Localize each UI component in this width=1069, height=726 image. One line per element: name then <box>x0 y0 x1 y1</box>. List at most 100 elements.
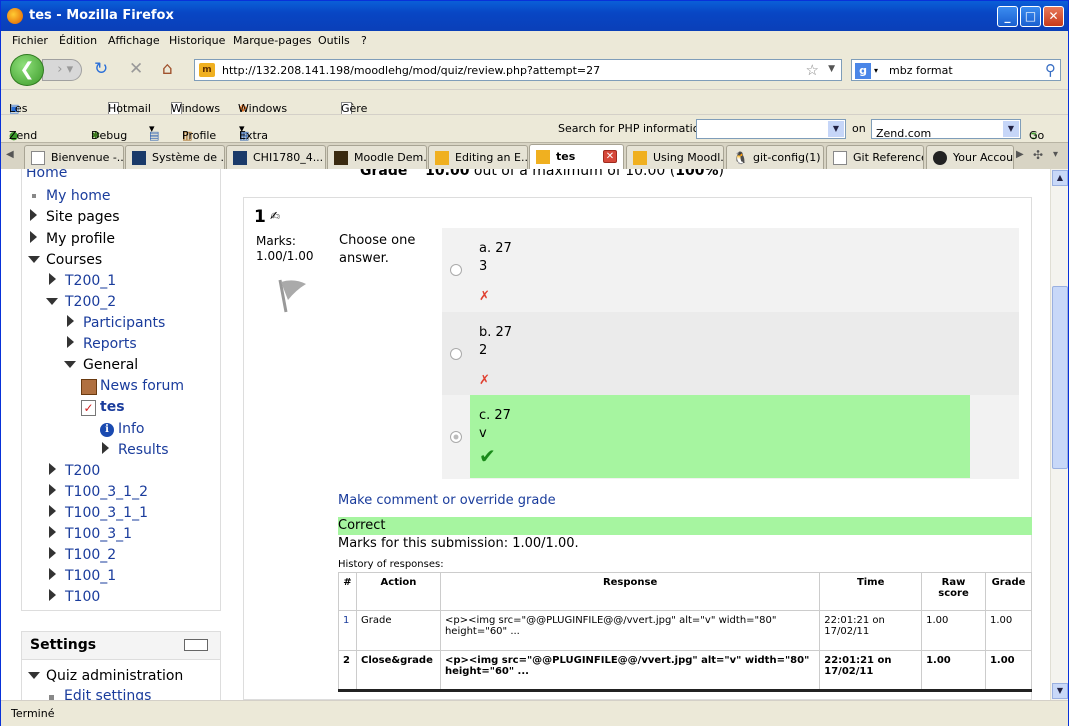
comment-override-link[interactable]: Make comment or override grade <box>338 493 556 508</box>
scroll-up-icon[interactable]: ▲ <box>1052 170 1068 186</box>
chevron-down-icon[interactable]: ▼ <box>828 121 844 137</box>
tab-systeme[interactable]: Système de ... <box>125 145 225 169</box>
new-tab-icon[interactable]: ✣ <box>1033 148 1043 162</box>
close-tab-icon[interactable]: ✕ <box>603 150 617 163</box>
nav-results[interactable]: Results <box>118 442 169 458</box>
tab-git-reference[interactable]: Git Reference <box>826 145 924 169</box>
back-button[interactable]: ❮ <box>10 54 44 86</box>
chevron-down-icon[interactable]: ▼ <box>828 64 835 74</box>
php-search-input[interactable]: ▼ <box>696 119 846 139</box>
chevron-down-icon[interactable]: ▼ <box>1003 121 1019 137</box>
tab-git-config[interactable]: 🐧 git-config(1) <box>726 145 824 169</box>
nav-info[interactable]: Info <box>118 421 145 437</box>
dock-block-icon[interactable] <box>184 639 208 651</box>
collapse-icon[interactable] <box>28 256 40 263</box>
menu-outils[interactable]: Outils <box>318 34 350 47</box>
search-input[interactable]: mbz format <box>889 64 953 77</box>
menu-fichier[interactable]: Fichier <box>12 34 48 47</box>
navigation-toolbar: › ▾ ❮ ↻ ✕ ⌂ m http://132.208.141.198/moo… <box>1 51 1068 89</box>
expand-icon[interactable] <box>49 273 56 285</box>
tab-bienvenue[interactable]: Bienvenue -... <box>24 145 124 169</box>
nav-course-t100-3-1-1[interactable]: T100_3_1_1 <box>65 505 148 521</box>
home-icon[interactable]: ⌂ <box>162 61 173 78</box>
tab-moodle-demo[interactable]: Moodle Dem... <box>327 145 427 169</box>
nav-reports[interactable]: Reports <box>83 336 137 352</box>
expand-icon[interactable] <box>102 442 109 454</box>
nav-course-t100-2[interactable]: T100_2 <box>65 547 116 563</box>
expand-icon[interactable] <box>49 589 56 601</box>
menu-edition[interactable]: Édition <box>59 34 97 47</box>
edit-question-icon[interactable]: ✍ <box>270 209 280 223</box>
nav-course-t200-1[interactable]: T200_1 <box>65 273 116 289</box>
tab-editing[interactable]: Editing an E... <box>428 145 528 169</box>
nav-my-home[interactable]: My home <box>46 188 111 204</box>
expand-icon[interactable] <box>49 526 56 538</box>
nav-news-forum[interactable]: News forum <box>100 378 184 394</box>
nav-course-t100-1[interactable]: T100_1 <box>65 568 116 584</box>
answer-a[interactable]: a. 27 3 ✗ <box>442 228 1019 312</box>
tab-scroll-left-icon[interactable]: ◀ <box>6 149 14 160</box>
nav-general[interactable]: General <box>83 357 138 373</box>
nav-course-t200[interactable]: T200 <box>65 463 100 479</box>
expand-icon[interactable] <box>67 315 74 327</box>
expand-icon[interactable] <box>30 209 37 221</box>
vertical-scrollbar[interactable]: ▲ ▼ <box>1050 169 1068 700</box>
search-bar[interactable]: g ▾ mbz format ⚲ <box>851 59 1061 81</box>
expand-icon[interactable] <box>49 568 56 580</box>
answer-a-radio[interactable] <box>450 264 462 276</box>
minimize-button[interactable]: _ <box>997 6 1018 27</box>
menu-historique[interactable]: Historique <box>169 34 225 47</box>
menu-affichage[interactable]: Affichage <box>108 34 160 47</box>
tab-scroll-right-icon[interactable]: ▶ <box>1016 149 1024 160</box>
expand-icon[interactable] <box>49 547 56 559</box>
scroll-down-icon[interactable]: ▼ <box>1052 683 1068 699</box>
expand-icon[interactable] <box>49 505 56 517</box>
flag-icon[interactable] <box>276 276 312 316</box>
extra-stuff-button[interactable]: ▦ Extra Stuff▾ <box>239 122 268 155</box>
history-cell-number[interactable]: 1 <box>338 610 357 651</box>
nav-tes[interactable]: tes <box>100 399 125 415</box>
tab-chi1780[interactable]: CHI1780_4... <box>226 145 326 169</box>
zend-options-button[interactable]: ▤ ▾ <box>149 122 159 142</box>
nav-my-profile[interactable]: My profile <box>46 231 115 247</box>
tab-list-icon[interactable]: ▾ <box>1053 149 1058 160</box>
expand-icon[interactable] <box>30 231 37 243</box>
collapse-icon[interactable] <box>46 298 58 305</box>
answer-b[interactable]: b. 27 2 ✗ <box>442 312 1019 396</box>
scroll-thumb[interactable] <box>1052 286 1068 469</box>
nav-course-t100[interactable]: T100 <box>65 589 100 605</box>
site-select[interactable]: Zend.com ▼ <box>871 119 1021 140</box>
answer-b-radio[interactable] <box>450 348 462 360</box>
answer-c[interactable]: c. 27 v ✔ <box>442 395 1019 479</box>
nav-courses[interactable]: Courses <box>46 252 102 268</box>
nav-course-t200-2[interactable]: T200_2 <box>65 294 116 310</box>
tab-tes[interactable]: tes ✕ <box>529 144 624 169</box>
edit-settings-link[interactable]: Edit settings <box>64 688 151 700</box>
quiz-administration[interactable]: Quiz administration <box>46 668 183 684</box>
nav-participants[interactable]: Participants <box>83 315 165 331</box>
nav-course-t100-3-1-2[interactable]: T100_3_1_2 <box>65 484 148 500</box>
menu-marque-pages[interactable]: Marque-pages <box>233 34 311 47</box>
menu-help[interactable]: ? <box>361 34 367 47</box>
tab-using-moodle[interactable]: Using Moodl... <box>626 145 724 169</box>
collapse-icon[interactable] <box>28 672 40 679</box>
address-bar[interactable]: m http://132.208.141.198/moodlehg/mod/qu… <box>194 59 842 81</box>
expand-icon[interactable] <box>67 336 74 348</box>
bookmark-star-icon[interactable]: ☆ <box>806 61 819 79</box>
nav-home[interactable]: Home <box>26 169 67 181</box>
reload-icon[interactable]: ↻ <box>94 61 108 78</box>
expand-icon[interactable] <box>49 463 56 475</box>
expand-icon[interactable] <box>49 484 56 496</box>
stop-icon[interactable]: ✕ <box>129 61 143 78</box>
google-icon[interactable]: g <box>855 63 871 79</box>
close-window-button[interactable]: ✕ <box>1043 6 1064 27</box>
tab-your-account[interactable]: Your Accou... <box>926 145 1014 169</box>
maximize-button[interactable]: □ <box>1020 6 1041 27</box>
forward-button[interactable]: › ▾ <box>42 59 82 81</box>
engine-dropdown-icon[interactable]: ▾ <box>874 66 878 75</box>
nav-site-pages[interactable]: Site pages <box>46 209 120 225</box>
collapse-icon[interactable] <box>64 361 76 368</box>
nav-course-t100-3-1[interactable]: T100_3_1 <box>65 526 132 542</box>
search-icon[interactable]: ⚲ <box>1045 61 1056 79</box>
answer-c-radio[interactable] <box>450 431 462 443</box>
